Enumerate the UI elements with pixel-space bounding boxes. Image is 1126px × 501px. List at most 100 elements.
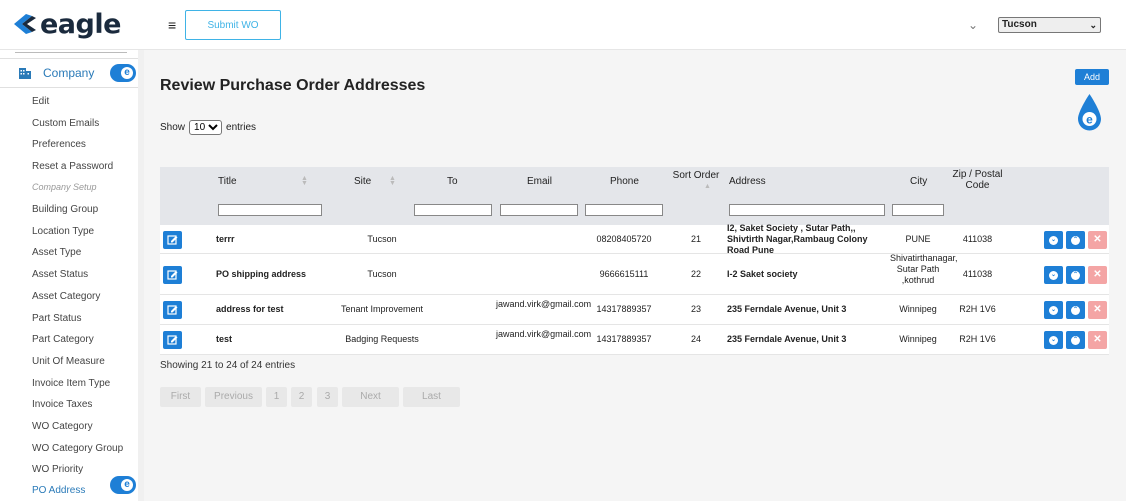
email-filter-input[interactable] (500, 204, 578, 216)
showing-entries-text: Showing 21 to 24 of 24 entries (160, 360, 296, 371)
cell-address: 235 Ferndale Avenue, Unit 3 (727, 334, 847, 344)
pagination-previous-button[interactable]: Previous (205, 387, 262, 407)
hamburger-menu-icon[interactable]: ≡ (168, 17, 176, 33)
sidebar-item[interactable]: WO Priority (32, 464, 83, 475)
sidebar-item[interactable]: Part Status (32, 313, 81, 324)
sidebar-item[interactable]: Part Category (32, 334, 94, 345)
sidebar-item[interactable]: Location Type (32, 226, 94, 237)
cell-email: jawand.virk@gmail.com (496, 329, 592, 339)
edit-button[interactable] (163, 266, 182, 284)
table-row: test Badging Requests jawand.virk@gmail.co… (160, 325, 1109, 355)
edit-button[interactable] (163, 331, 182, 349)
sidebar-item[interactable]: Asset Type (32, 247, 81, 258)
column-header-to[interactable]: To (447, 176, 458, 187)
site-select-value: Tucson (1002, 19, 1037, 30)
move-up-button[interactable]: ⌃ (1066, 231, 1085, 249)
delete-button[interactable]: ✕ (1088, 266, 1107, 284)
phone-filter-input[interactable] (585, 204, 663, 216)
company-label: Company (43, 66, 95, 80)
eagle-drop-icon[interactable]: e (1076, 93, 1103, 133)
sidebar-item[interactable]: PO Address (32, 485, 85, 496)
cell-site: Badging Requests (345, 334, 419, 344)
sidebar: Company e Edit Custom Emails Preferences Re… (0, 50, 144, 501)
move-up-button[interactable]: ⌃ (1066, 331, 1085, 349)
column-header-phone[interactable]: Phone (610, 176, 639, 187)
title-filter-input[interactable] (218, 204, 322, 216)
column-header-email[interactable]: Email (527, 176, 552, 187)
page-title: Review Purchase Order Addresses (160, 77, 426, 94)
pagination-last-button[interactable]: Last (403, 387, 460, 407)
pagination-page-3[interactable]: 3 (317, 387, 338, 407)
chevron-down-icon: ⌄ (1049, 336, 1058, 345)
add-button[interactable]: Add (1075, 69, 1109, 85)
sidebar-item[interactable]: Building Group (32, 204, 98, 215)
building-icon (19, 68, 31, 79)
sidebar-item[interactable]: Preferences (32, 139, 86, 150)
delete-button[interactable]: ✕ (1088, 331, 1107, 349)
column-header-address[interactable]: Address (729, 176, 766, 187)
sidebar-item[interactable]: Custom Emails (32, 118, 99, 129)
sidebar-item[interactable]: WO Category Group (32, 443, 123, 454)
cell-sort-order: 21 (690, 234, 701, 244)
sidebar-item[interactable]: WO Category (32, 421, 93, 432)
submit-wo-button[interactable]: Submit WO (185, 10, 281, 40)
move-down-button[interactable]: ⌄ (1044, 266, 1063, 284)
column-header-site[interactable]: Site (354, 176, 371, 187)
move-down-button[interactable]: ⌄ (1044, 301, 1063, 319)
e-badge-icon[interactable]: e (110, 64, 136, 82)
entries-select[interactable]: 10 (189, 120, 223, 135)
pagination-page-2[interactable]: 2 (291, 387, 312, 407)
table-row: terrr Tucson 08208405720 21 I2, Saket Societ… (160, 223, 1109, 255)
move-down-button[interactable]: ⌄ (1044, 331, 1063, 349)
sort-asc-icon[interactable]: ▲ (704, 183, 711, 190)
e-badge-icon[interactable]: e (110, 476, 136, 494)
sort-icon[interactable]: ▲ ▼ (301, 175, 308, 187)
pagination-next-button[interactable]: Next (342, 387, 399, 407)
sidebar-item[interactable]: Edit (32, 96, 49, 107)
sidebar-item[interactable]: Invoice Item Type (32, 378, 110, 389)
to-filter-input[interactable] (414, 204, 492, 216)
sidebar-item[interactable]: Unit Of Measure (32, 356, 105, 367)
cell-address: I-2 Saket society (727, 269, 798, 279)
svg-text:e: e (1086, 113, 1093, 127)
chevron-up-icon: ⌃ (1071, 336, 1080, 345)
column-header-sort-order[interactable]: Sort Order (671, 170, 721, 181)
close-icon: ✕ (1093, 334, 1102, 345)
pagination-first-button[interactable]: First (160, 387, 201, 407)
cell-phone: 14317889357 (596, 304, 652, 314)
edit-button[interactable] (163, 301, 182, 319)
sidebar-item-company[interactable]: Company e (0, 58, 138, 88)
cell-title: test (216, 334, 233, 344)
sidebar-item[interactable]: Invoice Taxes (32, 399, 92, 410)
move-up-button[interactable]: ⌃ (1066, 301, 1085, 319)
close-icon: ✕ (1093, 269, 1102, 280)
show-label: Show (160, 122, 186, 133)
cell-sort-order: 24 (690, 334, 701, 344)
table-row: PO shipping address Tucson 9666615111 22 I-2… (160, 253, 1109, 295)
column-header-title[interactable]: Title (218, 176, 237, 187)
address-filter-input[interactable] (729, 204, 885, 216)
sort-icon[interactable]: ▲ ▼ (389, 175, 396, 187)
city-filter-input[interactable] (892, 204, 944, 216)
edit-button[interactable] (163, 231, 182, 249)
cell-zip: 411038 (962, 269, 993, 279)
column-header-city[interactable]: City (910, 176, 927, 187)
sidebar-item[interactable]: Asset Category (32, 291, 100, 302)
cell-address: 235 Ferndale Avenue, Unit 3 (727, 304, 847, 314)
eagle-logo[interactable]: eagle (12, 8, 121, 40)
move-up-button[interactable]: ⌃ (1066, 266, 1085, 284)
delete-button[interactable]: ✕ (1088, 231, 1107, 249)
chevron-up-icon: ⌃ (1071, 271, 1080, 280)
cell-city: PUNE (905, 234, 931, 244)
pagination-page-1[interactable]: 1 (266, 387, 287, 407)
cell-zip: R2H 1V6 (959, 334, 996, 344)
move-down-button[interactable]: ⌄ (1044, 231, 1063, 249)
chevron-down-icon[interactable]: ⌄ (968, 18, 978, 32)
chevron-down-icon: ⌄ (1049, 306, 1058, 315)
sidebar-item[interactable]: Reset a Password (32, 161, 113, 172)
cell-address: I2, Saket Society , Sutar Path,, Shivtir… (727, 223, 868, 255)
delete-button[interactable]: ✕ (1088, 301, 1107, 319)
column-header-zip[interactable]: Zip / Postal Code (950, 169, 1005, 191)
sidebar-item[interactable]: Asset Status (32, 269, 88, 280)
site-select[interactable]: Tucson ⌄ (998, 17, 1101, 33)
